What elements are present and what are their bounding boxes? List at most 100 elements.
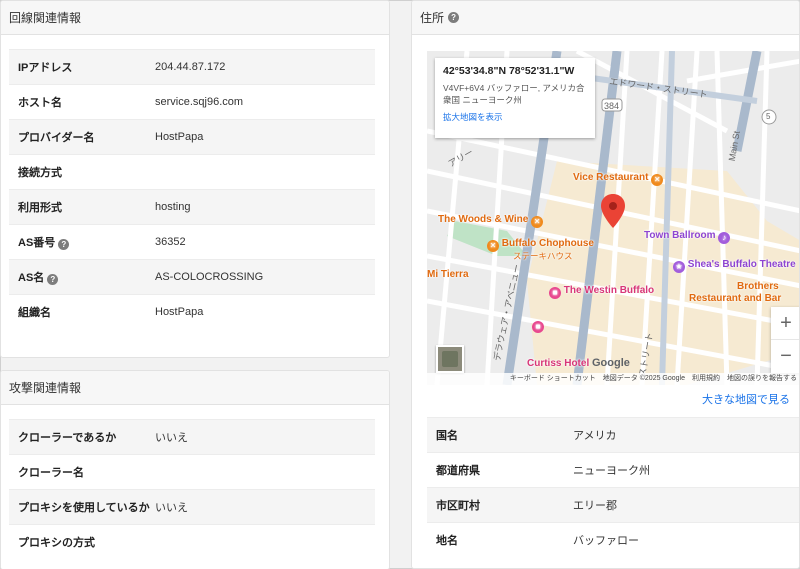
row-label: クローラーであるか bbox=[18, 432, 117, 444]
zoom-in-button[interactable]: + bbox=[771, 307, 799, 340]
address-row: 国名 アメリカ bbox=[427, 417, 799, 453]
line-info-row: AS名? AS-COLOCROSSING bbox=[9, 259, 375, 295]
hotel-icon: ■ bbox=[532, 321, 544, 333]
row-value: 36352 bbox=[155, 224, 375, 260]
poi-brothers-restaurant-2[interactable]: Restaurant and Bar bbox=[689, 293, 781, 304]
row-value: AS-COLOCROSSING bbox=[155, 259, 375, 295]
row-label: 地名 bbox=[436, 535, 458, 548]
line-info-panel: 回線関連情報 IPアドレス 204.44.87.172 ホスト名 service.sq… bbox=[0, 0, 390, 358]
theater-icon: ★ bbox=[673, 261, 685, 273]
row-label: 都道府県 bbox=[436, 465, 480, 477]
row-label: IPアドレス bbox=[18, 62, 73, 74]
row-value: バッファロー bbox=[573, 522, 799, 558]
address-row: 都道府県 ニューヨーク州 bbox=[427, 452, 799, 488]
poi-curtiss-hotel[interactable]: Curtiss Hotel bbox=[527, 358, 589, 369]
row-value: ニューヨーク州 bbox=[573, 452, 799, 488]
row-label-cell: 国名 bbox=[427, 417, 573, 453]
help-icon[interactable]: ? bbox=[47, 274, 59, 285]
embedded-map[interactable]: 384 5 エドワード・ストリート Main St デラウェア・アベニュー スト… bbox=[427, 51, 799, 385]
satellite-toggle[interactable] bbox=[436, 345, 464, 373]
line-info-table: IPアドレス 204.44.87.172 ホスト名 service.sqj96.com… bbox=[9, 49, 375, 330]
attack-info-row: クローラーであるか いいえ bbox=[9, 419, 375, 455]
row-label-cell: 利用形式 bbox=[9, 189, 155, 225]
line-info-row: 接続方式 bbox=[9, 154, 375, 190]
route-5-label: 5 bbox=[766, 112, 771, 121]
route-384-label: 384 bbox=[604, 101, 620, 111]
row-value: service.sqj96.com bbox=[155, 84, 375, 120]
map-info-card: 42°53'34.8"N 78°52'31.1"W V4VF+6V4 バッファロ… bbox=[435, 58, 595, 138]
address-title: 住所 bbox=[420, 11, 445, 25]
row-label-cell: クローラーであるか bbox=[9, 419, 155, 455]
attack-info-header: 攻撃関連情報 bbox=[1, 371, 389, 405]
poi-hotel-marker[interactable]: ■ bbox=[532, 319, 544, 333]
help-icon[interactable]: ? bbox=[58, 239, 70, 250]
poi-town-ballroom-label: Town Ballroom bbox=[644, 230, 716, 241]
poi-chophouse-category: ステーキハウス bbox=[513, 251, 573, 261]
poi-westin-label: The Westin Buffalo bbox=[563, 285, 655, 296]
line-info-row: IPアドレス 204.44.87.172 bbox=[9, 49, 375, 85]
view-larger-map-link[interactable]: 拡大地図を表示 bbox=[443, 111, 587, 123]
row-label: 組織名 bbox=[18, 307, 51, 320]
row-value: いいえ bbox=[155, 489, 375, 525]
row-label: AS名 bbox=[18, 272, 45, 284]
line-info-row: 利用形式 hosting bbox=[9, 189, 375, 225]
poi-town-ballroom[interactable]: Town Ballroom ♪ bbox=[644, 230, 731, 244]
restaurant-icon: ✕ bbox=[531, 216, 544, 228]
zoom-out-button[interactable]: − bbox=[771, 340, 799, 373]
poi-vice-restaurant[interactable]: Vice Restaurant ✕ bbox=[573, 172, 664, 186]
row-label: プロバイダー名 bbox=[18, 132, 95, 144]
row-label-cell: ホスト名 bbox=[9, 84, 155, 120]
poi-westin-buffalo[interactable]: ■ The Westin Buffalo bbox=[549, 285, 654, 299]
line-info-row: プロバイダー名 HostPapa bbox=[9, 119, 375, 155]
poi-woods-wine[interactable]: The Woods & Wine ✕ bbox=[438, 214, 544, 228]
address-row: 市区町村 エリー郡 bbox=[427, 487, 799, 523]
row-label: プロキシを使用しているか bbox=[18, 502, 150, 514]
attack-info-title: 攻撃関連情報 bbox=[9, 381, 82, 395]
address-table: 国名 アメリカ都道府県 ニューヨーク州 市区町村 エリー郡地名 バッファロー bbox=[427, 417, 799, 558]
row-value: いいえ bbox=[155, 419, 375, 455]
row-value: アメリカ bbox=[573, 417, 799, 453]
row-label-cell: IPアドレス bbox=[9, 49, 155, 85]
row-label-cell: プロキシの方式 bbox=[9, 524, 155, 560]
row-label-cell: 組織名 bbox=[9, 294, 155, 330]
row-label: クローラー名 bbox=[18, 467, 84, 479]
poi-sheas-label: Shea's Buffalo Theatre bbox=[687, 259, 796, 270]
poi-woods-label: The Woods & Wine bbox=[438, 214, 529, 225]
poi-sheas-theatre[interactable]: ★ Shea's Buffalo Theatre bbox=[673, 259, 796, 273]
larger-map-link[interactable]: 大きな地図で見る bbox=[702, 391, 790, 407]
restaurant-icon: ✕ bbox=[487, 240, 499, 252]
address-header: 住所 ? bbox=[412, 1, 799, 35]
attack-info-row: プロキシの方式 bbox=[9, 524, 375, 560]
map-address: V4VF+6V4 バッファロー, アメリカ合衆国 ニューヨーク州 bbox=[443, 83, 585, 105]
row-label: AS番号 bbox=[18, 237, 56, 249]
line-info-row: 組織名 HostPapa bbox=[9, 294, 375, 330]
poi-brothers-restaurant[interactable]: Brothers bbox=[737, 281, 779, 292]
hotel-icon: ■ bbox=[549, 287, 561, 299]
row-label-cell: プロバイダー名 bbox=[9, 119, 155, 155]
row-label-cell: AS名? bbox=[9, 259, 155, 295]
google-logo: Google bbox=[592, 357, 630, 369]
map-attribution[interactable]: キーボード ショートカット 地図データ ©2025 Google 利用規約 地図… bbox=[427, 373, 799, 385]
line-info-title: 回線関連情報 bbox=[9, 11, 82, 25]
poi-brothers-label-1: Brothers bbox=[737, 281, 779, 292]
line-info-row: ホスト名 service.sqj96.com bbox=[9, 84, 375, 120]
row-label-cell: AS番号? bbox=[9, 224, 155, 260]
row-value: HostPapa bbox=[155, 294, 375, 330]
poi-mi-tierra[interactable]: Mi Tierra bbox=[427, 269, 469, 280]
help-icon[interactable]: ? bbox=[448, 12, 460, 23]
row-label-cell: プロキシを使用しているか bbox=[9, 489, 155, 525]
zoom-controls: + − bbox=[771, 307, 799, 373]
row-value: HostPapa bbox=[155, 119, 375, 155]
map-coordinates: 42°53'34.8"N 78°52'31.1"W bbox=[443, 65, 575, 77]
poi-curtiss-label: Curtiss Hotel bbox=[527, 358, 590, 369]
row-label: ホスト名 bbox=[18, 97, 62, 109]
poi-chophouse-label: Buffalo Chophouse bbox=[501, 238, 594, 249]
row-label-cell: 都道府県 bbox=[427, 452, 573, 488]
row-value: hosting bbox=[155, 189, 375, 225]
restaurant-icon: ✕ bbox=[651, 174, 664, 186]
attack-info-row: クローラー名 bbox=[9, 454, 375, 490]
row-label-cell: 接続方式 bbox=[9, 154, 155, 190]
music-icon: ♪ bbox=[718, 232, 731, 244]
row-label: 接続方式 bbox=[18, 167, 62, 179]
attack-info-table: クローラーであるか いいえ クローラー名 プロキシを使用しているか いいえ プロキシの方式 bbox=[9, 419, 375, 560]
